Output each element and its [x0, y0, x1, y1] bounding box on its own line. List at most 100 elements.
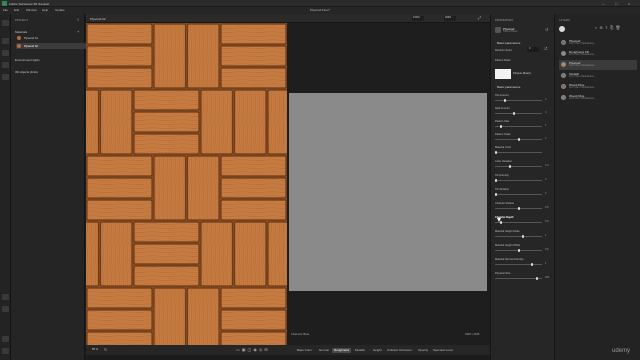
slider-knob[interactable]	[495, 151, 497, 154]
slider-knob[interactable]	[500, 125, 502, 128]
layer-item[interactable]: Scratch 1x1 ± Tile of Substances	[559, 71, 637, 81]
channel-base-color[interactable]: Base Color	[295, 348, 314, 353]
objects-tool-icon[interactable]	[2, 62, 9, 68]
param-value[interactable]: 4	[545, 98, 546, 101]
param-value[interactable]: 0.3	[545, 164, 548, 167]
texture-2d-view[interactable]	[86, 23, 287, 345]
zoom-readout[interactable]: 85 %	[92, 348, 98, 351]
viewport-2d-tab[interactable]: Plywood 02	[90, 17, 106, 21]
wood-plank	[133, 221, 200, 243]
channel-metallic[interactable]: Metallic	[353, 348, 367, 353]
channel-ambient-occlusion[interactable]: Ambient Occlusion	[385, 348, 414, 353]
menu-window[interactable]: Window	[26, 8, 37, 12]
resolution-field[interactable]: 2048	[444, 16, 456, 21]
material-item[interactable]: Plywood 01	[16, 35, 86, 41]
channel-opacity[interactable]: Opacity	[416, 348, 430, 353]
layer-item[interactable]: Roughness Fill 1x1 ± Tile of Substances	[559, 49, 637, 59]
param-value[interactable]: 0.5	[545, 206, 548, 209]
settings-tool-icon[interactable]	[2, 336, 9, 342]
slider-knob[interactable]	[536, 277, 538, 280]
minimize-icon[interactable]: –	[602, 1, 604, 6]
layer-item[interactable]: Plywood 1x1 ± Tile of Substances	[559, 60, 637, 70]
slider-knob[interactable]	[495, 179, 497, 182]
tool-strip	[0, 14, 11, 360]
param-value[interactable]: 3	[545, 111, 546, 114]
param-slider[interactable]	[495, 235, 542, 238]
param-slider[interactable]	[495, 99, 542, 102]
close-icon[interactable]: ×	[628, 1, 630, 6]
view-tools[interactable]: ▭▣◫◉◎⊞	[236, 347, 270, 352]
home-tool-icon[interactable]	[2, 20, 9, 26]
share-tool-icon[interactable]	[2, 306, 9, 312]
fullscreen-icon[interactable]: ⤢	[478, 15, 481, 20]
reset-view-icon[interactable]: ↻	[104, 347, 107, 352]
layer-item[interactable]: Wood Fibre 1x1 ± Tile of Substances	[559, 82, 637, 92]
slider-knob[interactable]	[518, 249, 520, 252]
slider-knob[interactable]	[518, 207, 520, 210]
zoom-field[interactable]: 100%	[412, 16, 424, 21]
param-value[interactable]: 1	[545, 262, 546, 265]
param-value[interactable]: 0	[545, 192, 546, 195]
material-item-selected[interactable]: Plywood 02	[16, 43, 86, 49]
slider-knob[interactable]	[495, 193, 497, 196]
param-slider[interactable]	[495, 263, 542, 266]
channel-height[interactable]: Height	[371, 348, 384, 353]
layer-item[interactable]: Wood Fibre 1x1 ± Tile of Substances	[559, 93, 637, 103]
param-slider[interactable]	[495, 221, 542, 224]
layers-tool-icon[interactable]	[2, 50, 9, 56]
param-slider[interactable]	[495, 112, 542, 115]
wood-plank	[133, 89, 200, 111]
param-value[interactable]: 0.5	[545, 220, 548, 223]
section-basic-parameters-1[interactable]: Basic parameters	[497, 41, 520, 45]
visibility-toggle-icon[interactable]	[559, 26, 565, 32]
param-label: Chamfer Radius	[495, 202, 514, 205]
param-value[interactable]: 0	[545, 178, 546, 181]
param-value[interactable]: 2	[545, 137, 546, 140]
lights-tool-icon[interactable]	[2, 74, 9, 80]
param-slider[interactable]	[495, 207, 542, 210]
param-slider[interactable]	[495, 138, 542, 141]
menu-edit[interactable]: Edit	[14, 8, 19, 12]
slider-knob[interactable]	[518, 138, 520, 141]
wood-plank	[86, 287, 153, 309]
channel-normal[interactable]: Normal	[317, 348, 331, 353]
environment-lights-label[interactable]: Environment lights	[15, 58, 40, 62]
layer-subtitle: 1x1 ± Tile of Substances	[569, 65, 595, 67]
param-slider[interactable]	[495, 151, 542, 154]
param-slider[interactable]	[495, 193, 542, 196]
param-slider[interactable]	[495, 249, 542, 252]
section-basic-parameters-2[interactable]: Basic parameters	[497, 85, 520, 89]
layer-item[interactable]: Plywood 1x1 ± Tile of Substances	[559, 38, 637, 48]
param-value[interactable]: 0.5	[545, 248, 548, 251]
menu-file[interactable]: File	[3, 8, 8, 12]
3d-objects-label[interactable]: 3D objects (links)	[15, 70, 38, 74]
shuffle-icon[interactable]: ⤮	[544, 46, 547, 51]
menu-update[interactable]: Update	[55, 8, 65, 12]
random-seed-field[interactable]: 0	[527, 47, 539, 52]
channel-specular-level[interactable]: Specular Level	[431, 348, 455, 353]
param-slider[interactable]	[495, 277, 542, 280]
reset-node-icon[interactable]: ↺	[545, 27, 548, 32]
materials-section-label[interactable]: Materials	[15, 30, 27, 34]
layer-actions[interactable]: ◐⊕⇪⎘🗑	[595, 25, 622, 30]
channel-roughness[interactable]: Roughness	[332, 348, 352, 353]
search-tool-icon[interactable]	[2, 38, 9, 44]
maximize-icon[interactable]: □	[615, 1, 617, 6]
pattern-mode-dropdown[interactable]: Parquet (Basic)	[513, 72, 531, 75]
project-menu-icon[interactable]: ≡	[77, 17, 79, 22]
param-slider[interactable]	[495, 165, 542, 168]
param-value[interactable]: 1	[545, 234, 546, 237]
menu-help[interactable]: Help	[42, 8, 48, 12]
slider-knob[interactable]	[531, 263, 533, 266]
add-material-icon[interactable]: +	[77, 29, 79, 34]
slider-knob[interactable]	[504, 99, 506, 102]
param-slider[interactable]	[495, 179, 542, 182]
help-tool-icon[interactable]	[2, 348, 9, 354]
export-tool-icon[interactable]	[2, 294, 9, 300]
slider-knob[interactable]	[522, 235, 524, 238]
param-value[interactable]: 200	[545, 276, 549, 279]
slider-knob[interactable]	[509, 165, 511, 168]
param-value[interactable]: 1	[545, 124, 546, 127]
slider-knob[interactable]	[513, 112, 515, 115]
param-slider[interactable]	[495, 125, 542, 128]
